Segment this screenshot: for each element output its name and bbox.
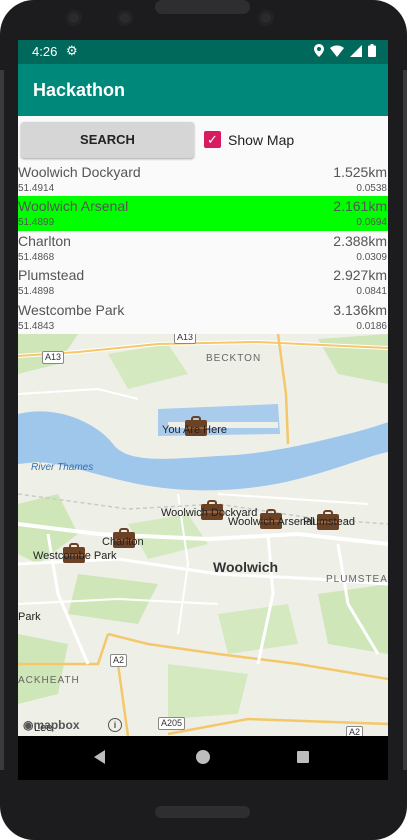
- mapbox-logo[interactable]: ◉mapbox: [23, 718, 80, 732]
- checkmark-icon: ✓: [207, 132, 218, 147]
- status-bar: 4:26 ⚙: [18, 40, 388, 64]
- result-distance: 2.388km: [333, 232, 387, 249]
- marker-label-you-are-here: You Are Here: [162, 424, 228, 436]
- phone-edge-right: [403, 70, 407, 770]
- bottom-speaker: [155, 806, 250, 818]
- front-sensor-icon: [117, 10, 133, 26]
- list-item[interactable]: Charlton 2.388km 51.4868 0.0309: [18, 230, 388, 266]
- mapbox-logo-icon: ◉: [23, 718, 34, 732]
- proximity-sensor-icon: [258, 10, 274, 26]
- result-delta: 0.0694: [356, 217, 387, 229]
- results-list: Woolwich Dockyard 1.525km 51.4914 0.0538…: [18, 162, 388, 334]
- result-delta: 0.0841: [356, 286, 387, 298]
- marker-label-westcombe-park: Westcombe Park: [33, 550, 117, 562]
- result-distance: 1.525km: [333, 164, 387, 180]
- road-badge: A13: [174, 334, 197, 344]
- result-latitude: 51.4868: [18, 251, 55, 263]
- front-camera-icon: [66, 10, 82, 26]
- search-button[interactable]: SEARCH: [21, 122, 194, 158]
- show-map-label[interactable]: Show Map: [228, 132, 294, 148]
- result-delta: 0.0186: [356, 320, 387, 332]
- app-bar: Hackathon: [18, 64, 388, 116]
- result-latitude: 51.4843: [18, 320, 55, 332]
- search-controls: SEARCH ✓ Show Map: [18, 116, 388, 162]
- list-item-selected[interactable]: Woolwich Arsenal 2.161km 51.4899 0.0694: [18, 196, 388, 231]
- result-delta: 0.0309: [356, 251, 387, 263]
- road-badge: A2: [346, 726, 364, 736]
- list-item[interactable]: Plumstead 2.927km 51.4898 0.0841: [18, 265, 388, 300]
- result-latitude: 51.4914: [18, 183, 55, 194]
- road-badge: A13: [42, 351, 65, 364]
- app-title: Hackathon: [33, 80, 126, 100]
- home-icon[interactable]: [196, 750, 210, 764]
- wifi-icon: [330, 44, 344, 60]
- earpiece-speaker: [155, 0, 250, 14]
- marker-label-charlton: Charlton: [102, 536, 144, 548]
- result-latitude: 51.4898: [18, 286, 55, 298]
- status-time: 4:26: [32, 44, 58, 59]
- mapbox-attribution: mapbox: [33, 718, 80, 732]
- marker-label-plumstead: Plumstead: [303, 516, 355, 528]
- system-nav-bar: [18, 736, 388, 780]
- location-icon: [314, 44, 324, 60]
- result-delta: 0.0538: [356, 183, 387, 194]
- result-distance: 3.136km: [333, 301, 387, 318]
- gear-icon: ⚙: [66, 43, 78, 58]
- result-name: Woolwich Arsenal: [18, 198, 129, 215]
- map-label-woolwich: Woolwich: [213, 559, 279, 575]
- result-name: Charlton: [18, 232, 71, 249]
- marker-label-woolwich-arsenal: Woolwich Arsenal: [228, 516, 315, 528]
- phone-frame: 4:26 ⚙ Hackathon SEARCH ✓ Show Map Woolw…: [0, 0, 407, 840]
- map-label-river-thames: River Thames: [31, 462, 94, 473]
- back-icon[interactable]: [94, 750, 105, 764]
- recent-apps-icon[interactable]: [297, 751, 309, 763]
- show-map-checkbox[interactable]: ✓: [204, 131, 221, 148]
- phone-edge-left: [0, 70, 4, 770]
- info-icon[interactable]: i: [108, 718, 122, 732]
- battery-icon: [368, 44, 376, 60]
- result-name: Plumstead: [18, 267, 85, 284]
- status-icons: [314, 44, 376, 60]
- map-label-blackheath: ACKHEATH: [18, 675, 80, 686]
- result-latitude: 51.4899: [18, 217, 55, 229]
- map-label-park: Park: [18, 611, 41, 623]
- list-item[interactable]: Westcombe Park 3.136km 51.4843 0.0186: [18, 299, 388, 334]
- map-view[interactable]: A13 A13 A2 A205 A2 BECKTON River Thames …: [18, 334, 388, 736]
- road-badge: A205: [158, 717, 186, 730]
- map-label-plumstead-area: PLUMSTEA: [326, 574, 388, 585]
- result-distance: 2.161km: [333, 198, 387, 215]
- signal-icon: [350, 44, 362, 60]
- road-badge: A2: [110, 654, 128, 667]
- result-name: Woolwich Dockyard: [18, 164, 141, 180]
- result-name: Westcombe Park: [18, 301, 125, 318]
- screen: 4:26 ⚙ Hackathon SEARCH ✓ Show Map Woolw…: [18, 40, 388, 780]
- map-label-beckton: BECKTON: [206, 353, 262, 364]
- list-item[interactable]: Woolwich Dockyard 1.525km 51.4914 0.0538: [18, 162, 388, 197]
- result-distance: 2.927km: [333, 267, 387, 284]
